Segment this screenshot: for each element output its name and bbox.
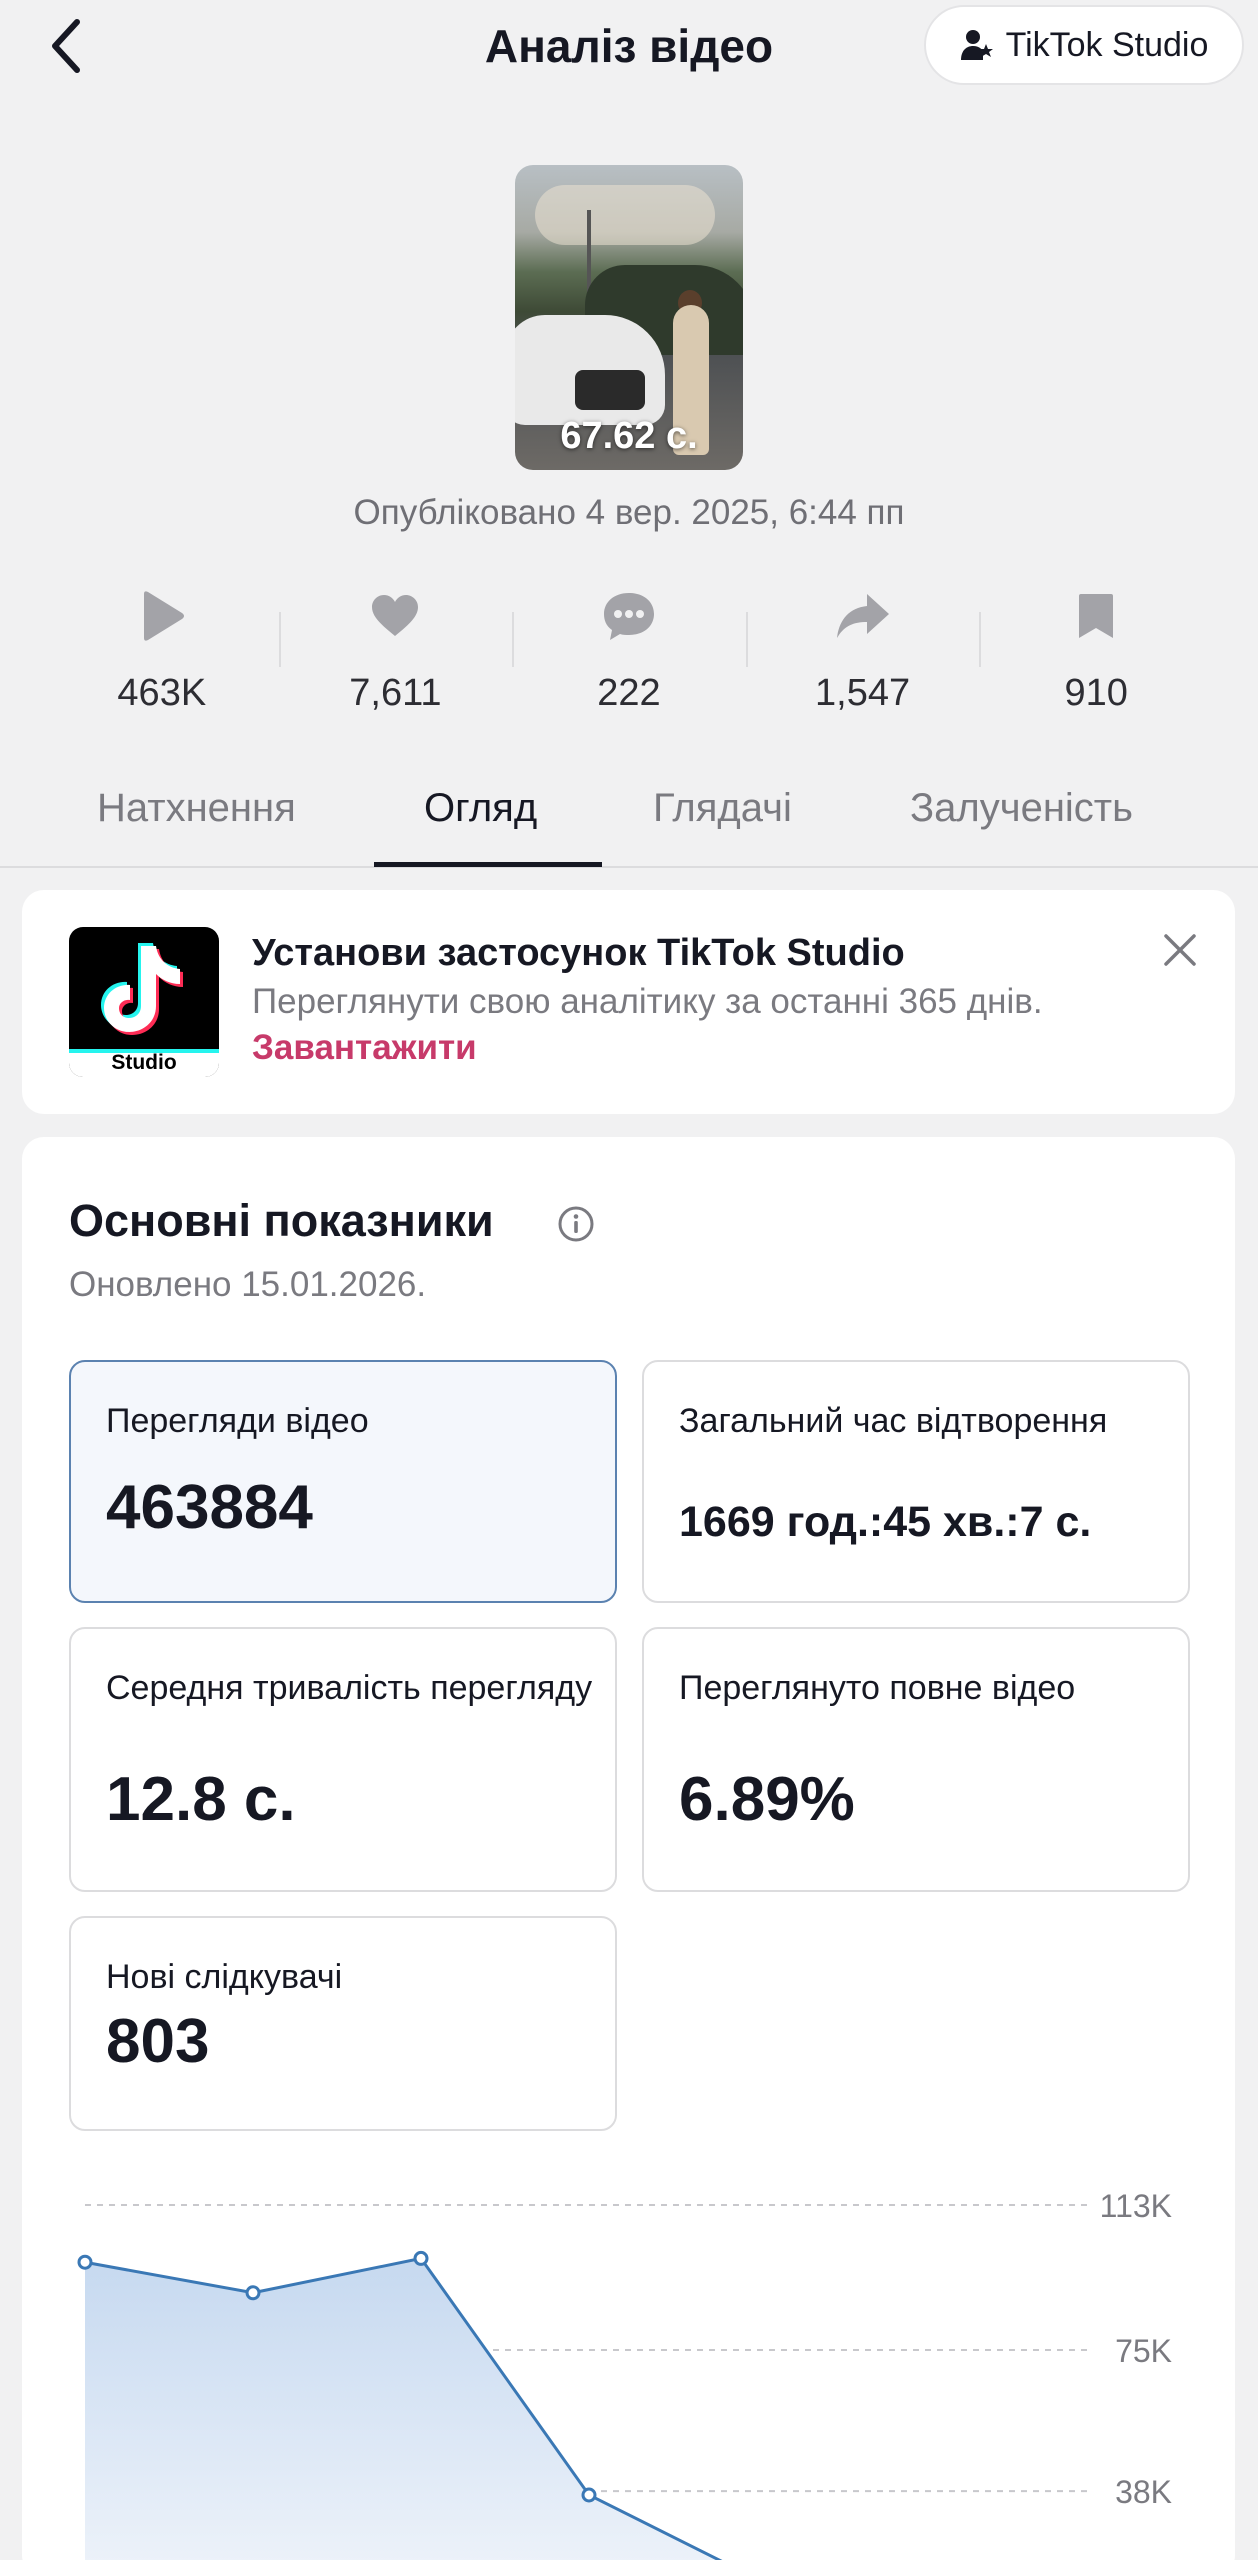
views-chart[interactable]: 113K 75K 38K <box>0 2180 1258 2560</box>
metric-value: 6.89% <box>679 1765 855 1834</box>
data-point <box>245 2285 261 2301</box>
tab-bar: Натхнення Огляд Глядачі Залученість <box>0 770 1258 868</box>
comment-icon <box>601 588 657 644</box>
y-tick-label: 75K <box>1115 2333 1172 2369</box>
series-area <box>85 2258 757 2560</box>
metric-label: Перегляди відео <box>106 1402 369 1440</box>
tab-overview[interactable]: Огляд <box>424 770 537 868</box>
heart-icon <box>367 588 423 644</box>
info-icon[interactable] <box>557 1205 595 1243</box>
stat-likes: 7,611 <box>278 580 513 730</box>
metric-value: 1669 год.:45 хв.:7 с. <box>679 1498 1092 1546</box>
video-thumbnail[interactable]: 67.62 с. <box>515 165 743 470</box>
metric-label: Загальний час відтворення <box>679 1402 1108 1440</box>
stat-comments: 222 <box>512 580 746 730</box>
metric-card-total-watch-time[interactable]: Загальний час відтворення 1669 год.:45 х… <box>642 1360 1190 1603</box>
metric-value: 803 <box>106 2007 210 2076</box>
stat-value: 222 <box>597 672 661 714</box>
stat-value: 910 <box>1064 672 1128 714</box>
metric-card-video-views[interactable]: Перегляди відео 463884 <box>69 1360 617 1603</box>
metric-value: 463884 <box>106 1473 313 1542</box>
metric-label: Переглянуто повне відео <box>679 1669 1076 1707</box>
stat-value: 7,611 <box>349 672 442 714</box>
metric-card-full-video-watched[interactable]: Переглянуто повне відео 6.89% <box>642 1627 1190 1892</box>
stat-value: 1,547 <box>815 672 911 714</box>
install-studio-banner: Studio Установи застосунок TikTok Studio… <box>22 890 1235 1114</box>
tab-engagement[interactable]: Залученість <box>910 770 1133 868</box>
updated-date: Оновлено 15.01.2026. <box>69 1265 427 1304</box>
stats-row: 463K 7,611 222 1,547 910 <box>45 580 1213 730</box>
app-icon-label: Studio <box>111 1051 177 1074</box>
tab-inspiration[interactable]: Натхнення <box>97 770 296 868</box>
banner-title: Установи застосунок TikTok Studio <box>252 932 905 974</box>
stat-views: 463K <box>45 580 279 730</box>
metric-label: Середня тривалість перегляду <box>106 1669 593 1707</box>
stat-bookmarks: 910 <box>979 580 1213 730</box>
download-link[interactable]: Завантажити <box>252 1028 477 1068</box>
tiktok-studio-label: TikTok Studio <box>1005 25 1209 64</box>
published-date: Опубліковано 4 вер. 2025, 6:44 пп <box>353 493 905 532</box>
stat-value: 463K <box>117 672 207 714</box>
share-icon <box>835 588 891 644</box>
play-icon <box>134 588 190 644</box>
tiktok-studio-app-icon: Studio <box>69 927 219 1077</box>
metric-card-new-followers[interactable]: Нові слідкувачі 803 <box>69 1916 617 2131</box>
active-tab-indicator <box>374 862 602 867</box>
tiktok-studio-button[interactable]: TikTok Studio <box>924 5 1244 85</box>
stat-shares: 1,547 <box>745 580 980 730</box>
metric-card-avg-watch-time[interactable]: Середня тривалість перегляду 12.8 с. <box>69 1627 617 1892</box>
banner-subtitle: Переглянути свою аналітику за останні 36… <box>252 982 1043 1021</box>
video-analytics-screen: Аналіз відео TikTok Studio 67.62 с. Опуб… <box>0 0 1258 2560</box>
header: Аналіз відео TikTok Studio <box>0 0 1258 95</box>
data-point <box>77 2254 93 2270</box>
bookmark-icon <box>1068 588 1124 644</box>
creator-star-icon <box>960 30 993 60</box>
tab-viewers[interactable]: Глядачі <box>653 770 792 868</box>
y-tick-label: 113K <box>1100 2188 1172 2224</box>
metric-value: 12.8 с. <box>106 1765 296 1834</box>
video-duration: 67.62 с. <box>560 415 698 457</box>
metric-label: Нові слідкувачі <box>106 1958 343 1996</box>
section-title: Основні показники <box>69 1195 494 1246</box>
data-point <box>581 2487 597 2503</box>
y-tick-label: 38K <box>1115 2474 1172 2510</box>
close-banner-button[interactable] <box>1160 930 1200 970</box>
data-point <box>413 2250 429 2266</box>
close-icon <box>1164 934 1196 966</box>
